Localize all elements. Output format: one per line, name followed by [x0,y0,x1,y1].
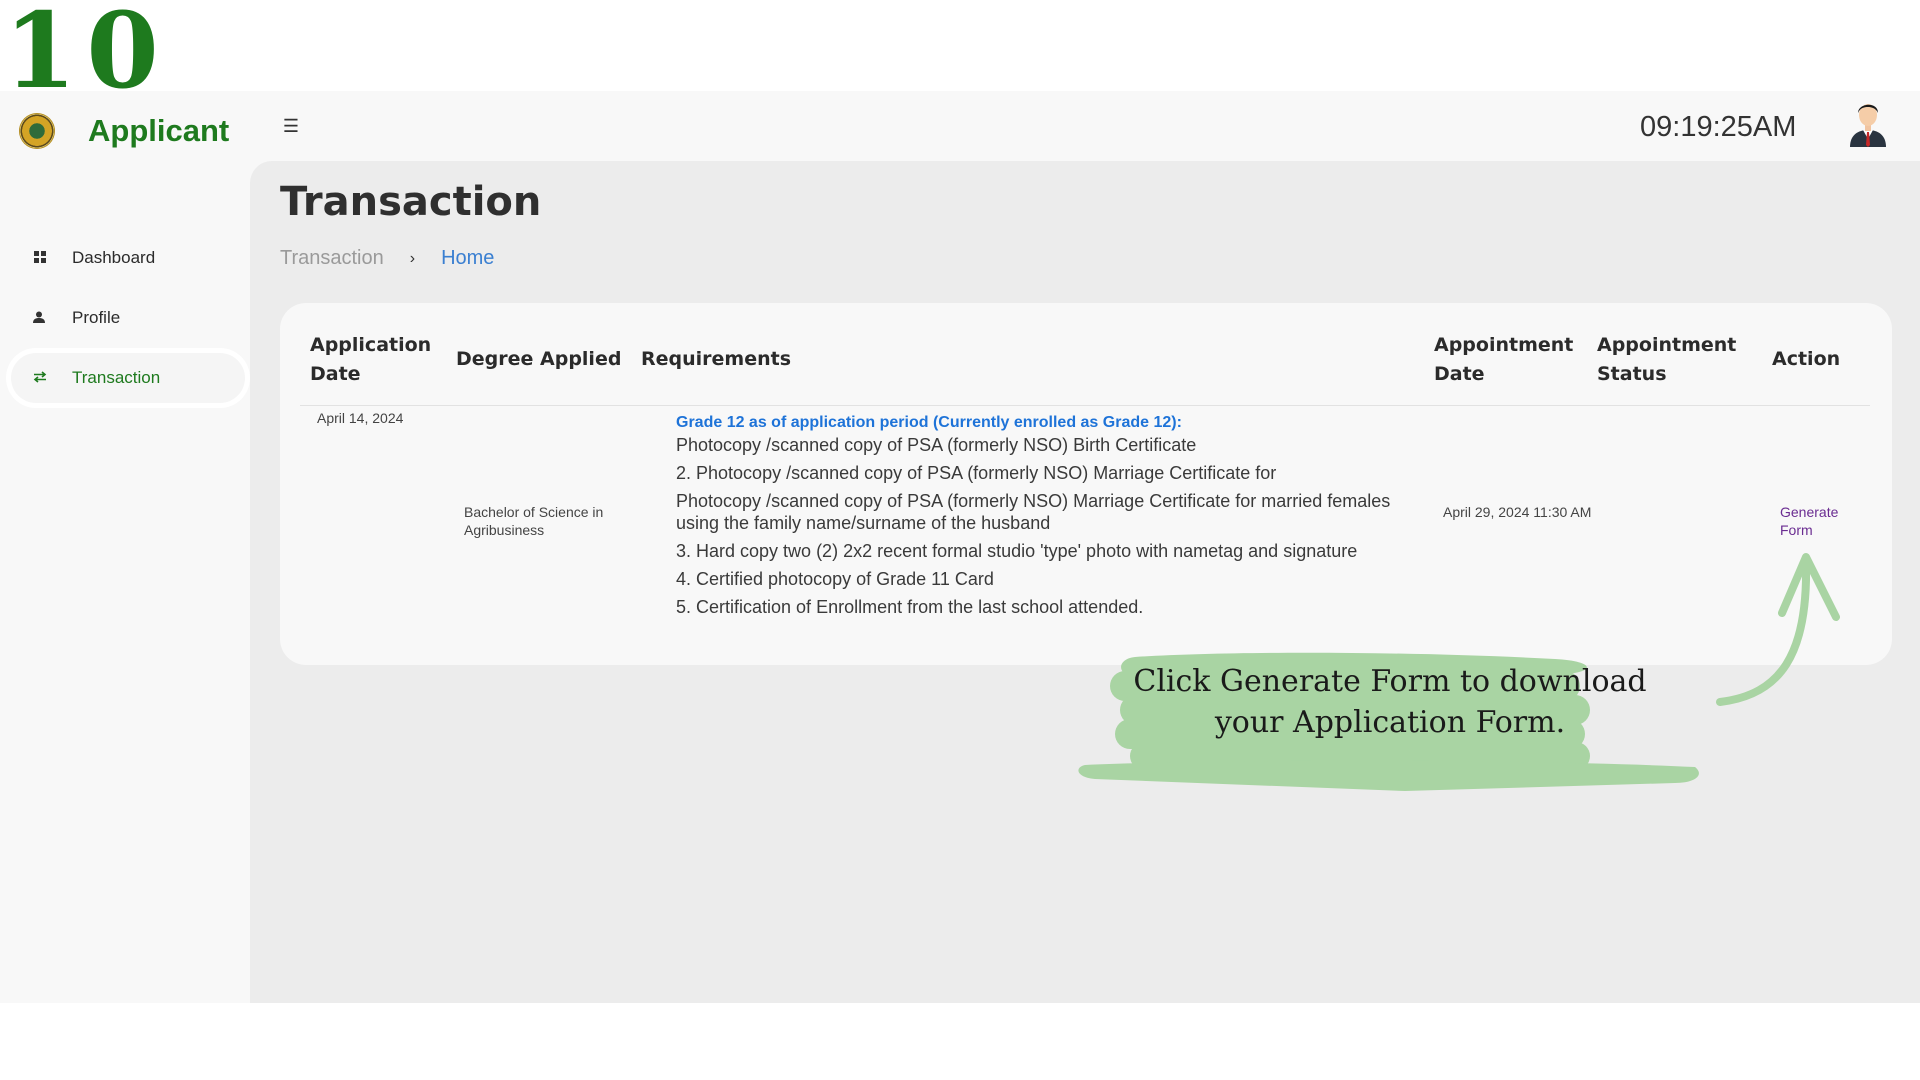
breadcrumb-current: Transaction [280,247,384,269]
main-content: Transaction Transaction › Home Applicati… [250,161,1920,1003]
header-appointment-status: Appointment Status [1597,334,1737,385]
requirement-item: Photocopy /scanned copy of PSA (formerly… [676,435,1197,455]
degree-applied-cell: Bachelor of Science in Agribusiness [464,504,604,538]
generate-form-link[interactable]: Generate Form [1780,503,1860,539]
sidebar: Dashboard Profile Transaction [0,161,250,1003]
breadcrumb-home-link[interactable]: Home [441,247,494,271]
appointment-date-cell: April 29, 2024 11:30 AM [1443,504,1592,520]
requirements-heading: Grade 12 as of application period (Curre… [676,414,1182,431]
swap-icon [30,370,50,386]
requirement-item: 5. Certification of Enrollment from the … [676,597,1144,617]
sidebar-item-profile[interactable]: Profile [11,293,245,343]
header-degree-applied: Degree Applied [456,348,622,370]
sidebar-item-label: Dashboard [72,248,156,267]
header-divider [300,405,1870,406]
requirement-item: 4. Certified photocopy of Grade 11 Card [676,569,994,589]
requirements-cell: Grade 12 as of application period (Curre… [676,413,1416,624]
avatar[interactable] [1846,99,1890,147]
clock: 09:19:25AM [1640,111,1797,143]
header-application-date: Application Date [310,334,432,385]
transaction-table: Application Date Degree Applied Requirem… [280,303,1892,665]
chevron-right-icon: › [409,250,416,267]
top-bar: Applicant ☰ 09:19:25AM [0,91,1920,161]
logo-seal-icon [19,113,55,149]
sidebar-background [0,161,250,1003]
application-date-cell: April 14, 2024 [317,410,404,426]
user-icon [30,310,50,326]
header-appointment-date: Appointment Date [1434,334,1574,385]
sidebar-item-label: Profile [72,308,121,327]
arrow-up-icon [1716,553,1840,706]
callout-text: Click Generate Form to download your App… [1133,664,1647,740]
sidebar-item-dashboard[interactable]: Dashboard [11,233,245,283]
breadcrumb: Transaction › Home [280,247,494,271]
header-action: Action [1772,348,1841,370]
page-title: Transaction [280,179,542,225]
app-window: Applicant ☰ 09:19:25AM Dashboard Profile [0,91,1920,1003]
sidebar-item-label: Transaction [72,368,161,387]
header-requirements: Requirements [641,348,792,370]
dashboard-icon [30,250,50,266]
requirement-item: Photocopy /scanned copy of PSA (formerly… [676,491,1391,533]
requirement-item: 3. Hard copy two (2) 2x2 recent formal s… [676,541,1358,561]
requirement-item: 2. Photocopy /scanned copy of PSA (forme… [676,463,1277,483]
sidebar-item-transaction[interactable]: Transaction [11,353,245,403]
app-title: Applicant [88,113,230,148]
menu-icon[interactable]: ☰ [280,115,302,137]
